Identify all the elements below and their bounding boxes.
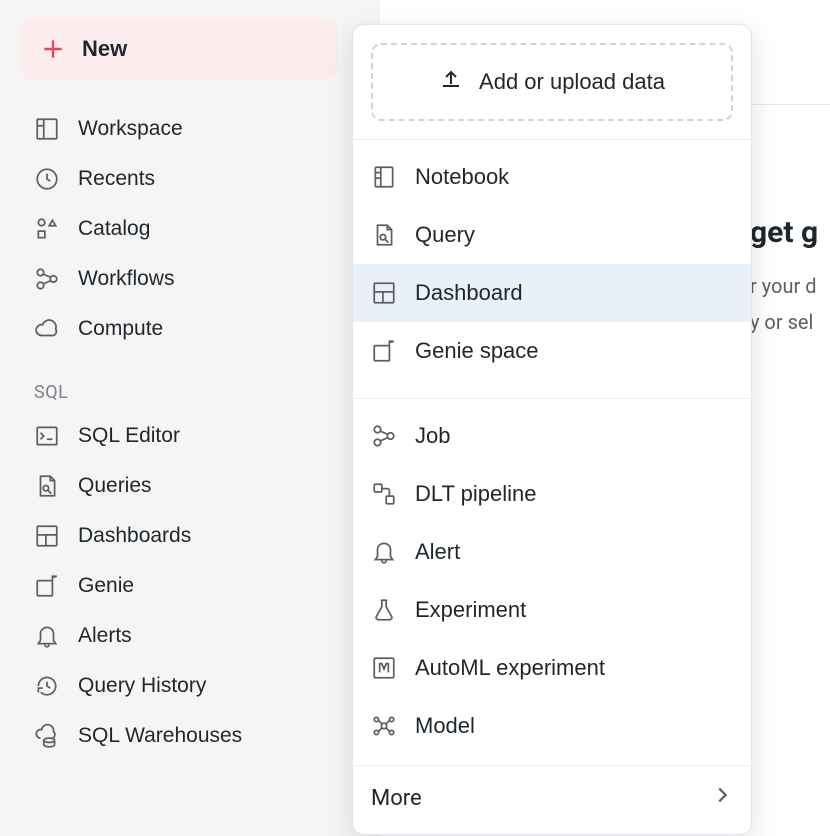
sidebar-item-label: SQL Warehouses	[78, 724, 242, 748]
genie-icon	[371, 338, 397, 364]
sidebar-item-sql-warehouses[interactable]: SQL Warehouses	[20, 711, 322, 761]
menu-item-job[interactable]: Job	[353, 407, 751, 465]
menu-item-more[interactable]: More	[353, 765, 751, 826]
dropdown-group-2: Job DLT pipeline Alert Experiment AutoML…	[353, 398, 751, 755]
menu-item-alert[interactable]: Alert	[353, 523, 751, 581]
bell-icon	[371, 539, 397, 565]
menu-item-label: AutoML experiment	[415, 655, 605, 681]
model-icon	[371, 713, 397, 739]
menu-item-label: Dashboard	[415, 280, 523, 306]
menu-item-label: Genie space	[415, 338, 539, 364]
warehouse-cloud-icon	[34, 723, 60, 749]
sidebar-item-label: Queries	[78, 474, 152, 498]
sidebar-item-queries[interactable]: Queries	[20, 461, 322, 511]
sidebar-item-alerts[interactable]: Alerts	[20, 611, 322, 661]
sidebar-item-label: Alerts	[78, 624, 132, 648]
automl-icon	[371, 655, 397, 681]
history-icon	[34, 673, 60, 699]
sidebar-item-recents[interactable]: Recents	[20, 154, 322, 204]
upload-label: Add or upload data	[479, 69, 665, 95]
dashboard-icon	[371, 280, 397, 306]
sidebar-item-label: Workflows	[78, 267, 174, 291]
workspace-icon	[34, 116, 60, 142]
flask-icon	[371, 597, 397, 623]
sidebar-item-dashboards[interactable]: Dashboards	[20, 511, 322, 561]
genie-icon	[34, 573, 60, 599]
menu-item-experiment[interactable]: Experiment	[353, 581, 751, 639]
cloud-icon	[34, 316, 60, 342]
menu-item-genie-space[interactable]: Genie space	[353, 322, 751, 380]
sidebar-item-label: Genie	[78, 574, 134, 598]
menu-item-automl-experiment[interactable]: AutoML experiment	[353, 639, 751, 697]
dropdown-group-1: Notebook Query Dashboard Genie space	[353, 139, 751, 380]
workflows-icon	[34, 266, 60, 292]
add-upload-data-button[interactable]: Add or upload data	[371, 43, 733, 121]
sidebar-item-label: Recents	[78, 167, 155, 191]
sidebar-item-label: SQL Editor	[78, 424, 180, 448]
more-label: More	[371, 786, 422, 811]
sidebar-primary-group: Workspace Recents Catalog Workflows Comp…	[20, 104, 322, 354]
sidebar-item-sql-editor[interactable]: SQL Editor	[20, 411, 322, 461]
query-file-icon	[371, 222, 397, 248]
workflows-icon	[371, 423, 397, 449]
sidebar-item-label: Workspace	[78, 117, 183, 141]
sidebar-sql-group: SQL Editor Queries Dashboards Genie Aler…	[20, 411, 322, 761]
sidebar-item-compute[interactable]: Compute	[20, 304, 322, 354]
notebook-icon	[371, 164, 397, 190]
menu-item-label: Experiment	[415, 597, 526, 623]
new-button[interactable]: New	[20, 18, 338, 80]
plus-icon	[40, 36, 66, 62]
main-sub-fragment-1: r your d	[750, 268, 830, 304]
menu-item-label: Job	[415, 423, 450, 449]
menu-item-label: Model	[415, 713, 475, 739]
dashboard-icon	[34, 523, 60, 549]
sidebar-item-label: Dashboards	[78, 524, 191, 548]
menu-item-query[interactable]: Query	[353, 206, 751, 264]
chevron-right-icon	[711, 784, 733, 812]
query-file-icon	[34, 473, 60, 499]
menu-item-label: DLT pipeline	[415, 481, 536, 507]
sidebar: New Workspace Recents Catalog Workflows	[0, 0, 340, 836]
new-button-label: New	[82, 36, 127, 62]
catalog-icon	[34, 216, 60, 242]
pipeline-icon	[371, 481, 397, 507]
sql-editor-icon	[34, 423, 60, 449]
upload-icon	[439, 67, 463, 97]
new-dropdown-menu: Add or upload data Notebook Query Dashbo…	[352, 24, 752, 835]
main-sub-fragment-2: y or sel	[750, 304, 830, 340]
sidebar-sql-header: SQL	[20, 354, 322, 411]
sidebar-item-workspace[interactable]: Workspace	[20, 104, 322, 154]
clock-icon	[34, 166, 60, 192]
sidebar-item-genie[interactable]: Genie	[20, 561, 322, 611]
sidebar-item-label: Compute	[78, 317, 163, 341]
sidebar-item-label: Query History	[78, 674, 206, 698]
menu-item-notebook[interactable]: Notebook	[353, 148, 751, 206]
menu-item-dashboard[interactable]: Dashboard	[353, 264, 751, 322]
menu-item-dlt-pipeline[interactable]: DLT pipeline	[353, 465, 751, 523]
sidebar-item-workflows[interactable]: Workflows	[20, 254, 322, 304]
bell-icon	[34, 623, 60, 649]
main-heading-fragment: get g	[750, 215, 830, 250]
menu-item-label: Query	[415, 222, 475, 248]
menu-item-model[interactable]: Model	[353, 697, 751, 755]
menu-item-label: Notebook	[415, 164, 509, 190]
sidebar-item-catalog[interactable]: Catalog	[20, 204, 322, 254]
sidebar-item-query-history[interactable]: Query History	[20, 661, 322, 711]
menu-item-label: Alert	[415, 539, 460, 565]
sidebar-item-label: Catalog	[78, 217, 150, 241]
